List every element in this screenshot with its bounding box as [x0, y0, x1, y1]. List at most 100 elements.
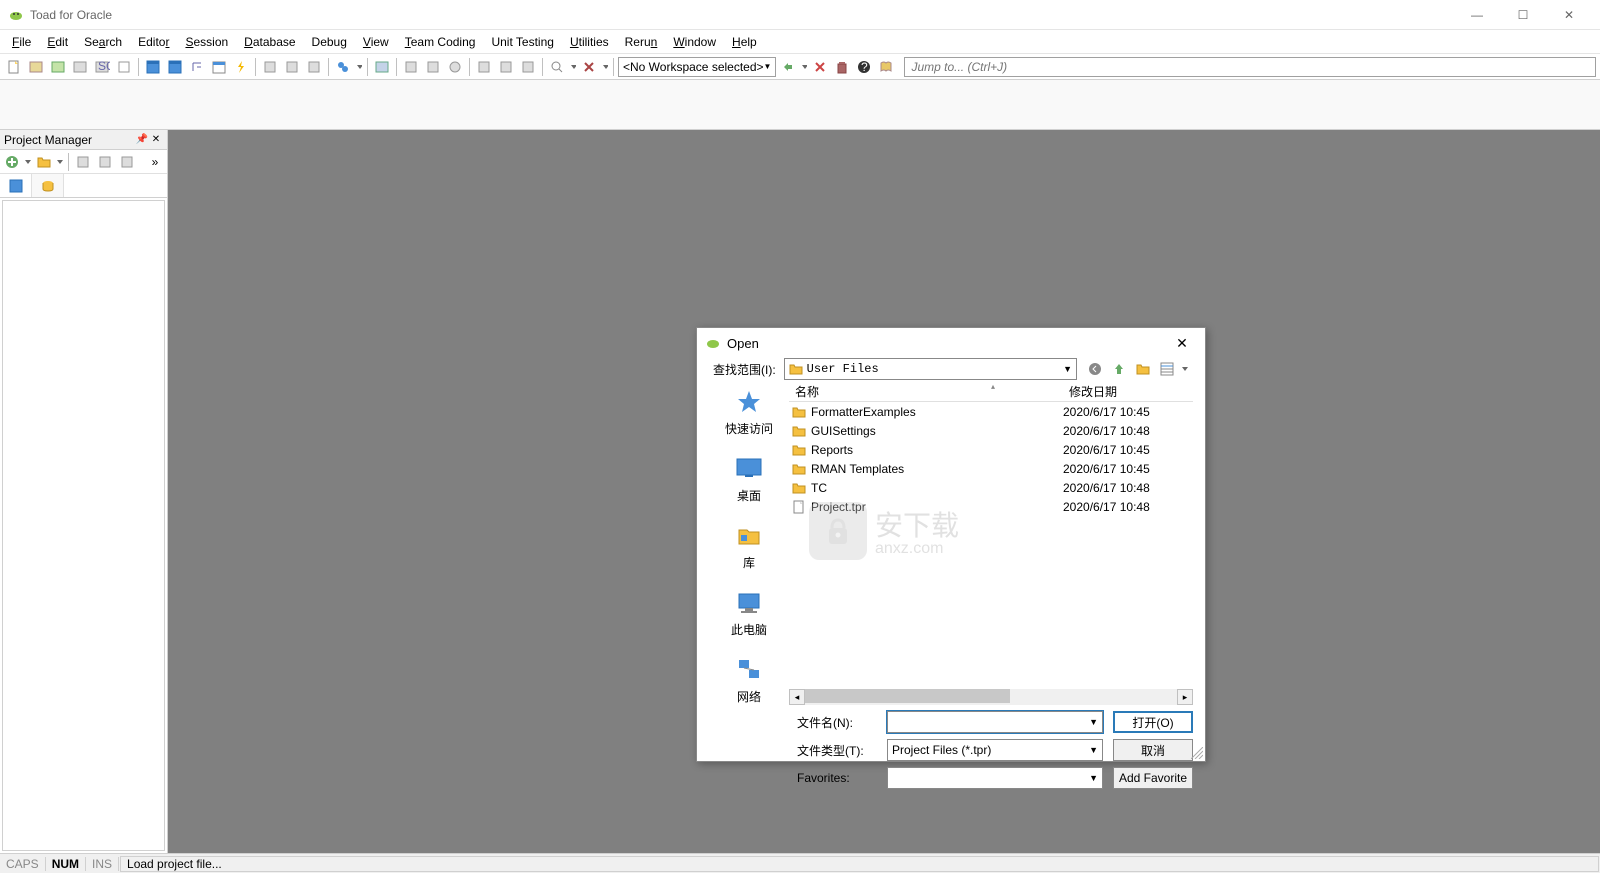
col-header-name[interactable]: 名称	[789, 380, 1063, 401]
resize-grip-icon[interactable]	[1191, 747, 1203, 759]
menu-window[interactable]: Window	[665, 32, 724, 52]
chevron-down-icon[interactable]	[24, 152, 32, 172]
tb-commit-icon[interactable]	[260, 57, 280, 77]
menu-utilities[interactable]: Utilities	[562, 32, 617, 52]
tb-dropdown-icon[interactable]	[800, 57, 808, 77]
maximize-button[interactable]: ☐	[1500, 0, 1546, 30]
tb-help-icon[interactable]: ?	[854, 57, 874, 77]
add-favorite-button[interactable]: Add Favorite	[1113, 767, 1193, 789]
tb-window1-icon[interactable]	[143, 57, 163, 77]
minimize-button[interactable]: —	[1454, 0, 1500, 30]
lookin-combo[interactable]: User Files ▼	[784, 358, 1077, 380]
menu-edit[interactable]: Edit	[39, 32, 76, 52]
place-network[interactable]: 网络	[733, 656, 765, 705]
panel-tool-icon[interactable]	[95, 152, 115, 172]
tb-lightning-icon[interactable]	[231, 57, 251, 77]
view-menu-icon[interactable]	[1157, 359, 1177, 379]
tb-sessions-icon[interactable]	[333, 57, 353, 77]
tb-tool5-icon[interactable]: SQL	[92, 57, 112, 77]
tb-tool-icon[interactable]	[423, 57, 443, 77]
tb-tool-icon[interactable]	[401, 57, 421, 77]
open-folder-icon[interactable]	[34, 152, 54, 172]
tb-tool-icon[interactable]	[496, 57, 516, 77]
tb-book-icon[interactable]	[876, 57, 896, 77]
project-tree[interactable]	[2, 200, 165, 851]
tb-search-icon[interactable]	[547, 57, 567, 77]
tb-tool-icon[interactable]	[445, 57, 465, 77]
scroll-right-icon[interactable]: ▸	[1177, 689, 1193, 705]
chevron-down-icon[interactable]	[1181, 359, 1189, 379]
close-button[interactable]: ✕	[1546, 0, 1592, 30]
favorites-combo[interactable]: ▼	[887, 767, 1103, 789]
back-icon[interactable]	[1085, 359, 1105, 379]
tb-tool4-icon[interactable]	[70, 57, 90, 77]
menu-debug[interactable]: Debug	[304, 32, 355, 52]
tb-dropdown-icon[interactable]	[569, 57, 577, 77]
workspace-selector[interactable]: <No Workspace selected> ▼	[618, 57, 776, 77]
tb-schema-icon[interactable]	[48, 57, 68, 77]
menu-editor[interactable]: Editor	[130, 32, 177, 52]
menu-rerun[interactable]: Rerun	[617, 32, 666, 52]
tb-tool-icon[interactable]	[518, 57, 538, 77]
menu-session[interactable]: Session	[177, 32, 236, 52]
file-rows[interactable]: FormatterExamples2020/6/17 10:45GUISetti…	[789, 402, 1193, 689]
file-row[interactable]: GUISettings2020/6/17 10:48	[789, 421, 1193, 440]
file-row[interactable]: RMAN Templates2020/6/17 10:45	[789, 459, 1193, 478]
menu-team-coding[interactable]: Team Coding	[397, 32, 484, 52]
add-icon[interactable]	[2, 152, 22, 172]
status-message: Load project file...	[120, 856, 1599, 872]
pin-icon[interactable]: 📌	[135, 133, 149, 147]
panel-tool-icon[interactable]	[73, 152, 93, 172]
tb-sql-icon[interactable]	[26, 57, 46, 77]
tb-calendar-icon[interactable]	[209, 57, 229, 77]
tb-dropdown-icon[interactable]	[355, 57, 363, 77]
menu-database[interactable]: Database	[236, 32, 303, 52]
menu-view[interactable]: View	[355, 32, 397, 52]
scroll-left-icon[interactable]: ◂	[789, 689, 805, 705]
filename-input[interactable]: ▼	[887, 711, 1103, 733]
filetype-combo[interactable]: Project Files (*.tpr) ▼	[887, 739, 1103, 761]
col-header-date[interactable]: 修改日期	[1063, 380, 1193, 401]
open-button[interactable]: 打开(O)	[1113, 711, 1193, 733]
new-folder-icon[interactable]	[1133, 359, 1153, 379]
tb-rollback-icon[interactable]	[282, 57, 302, 77]
menu-file[interactable]: File	[4, 32, 39, 52]
panel-tool-icon[interactable]	[117, 152, 137, 172]
place-library[interactable]: 库	[733, 522, 765, 571]
panel-title: Project Manager	[4, 133, 135, 147]
tb-close-icon[interactable]	[579, 57, 599, 77]
tb-expand-icon[interactable]	[187, 57, 207, 77]
tb-separator	[328, 58, 329, 76]
chevron-down-icon[interactable]	[56, 152, 64, 172]
tb-trash-icon[interactable]	[832, 57, 852, 77]
tb-tool-icon[interactable]	[304, 57, 324, 77]
file-row[interactable]: TC2020/6/17 10:48	[789, 478, 1193, 497]
menu-unit-testing[interactable]: Unit Testing	[483, 32, 561, 52]
place-quick-access[interactable]: 快速访问	[725, 388, 773, 437]
dialog-close-button[interactable]: ✕	[1167, 328, 1197, 358]
tb-tool6-icon[interactable]	[114, 57, 134, 77]
tb-dropdown-icon[interactable]	[601, 57, 609, 77]
tab-db[interactable]	[32, 174, 64, 197]
panel-close-icon[interactable]: ✕	[149, 133, 163, 147]
tb-tool-icon[interactable]	[474, 57, 494, 77]
menu-help[interactable]: Help	[724, 32, 765, 52]
tab-projects[interactable]	[0, 174, 32, 197]
jump-to-input[interactable]	[904, 57, 1596, 77]
scroll-track[interactable]	[805, 689, 1177, 705]
cancel-button[interactable]: 取消	[1113, 739, 1193, 761]
tb-window2-icon[interactable]	[165, 57, 185, 77]
tb-delete-icon[interactable]	[810, 57, 830, 77]
overflow-icon[interactable]: »	[145, 152, 165, 172]
h-scrollbar[interactable]: ◂ ▸	[789, 689, 1193, 705]
place-desktop[interactable]: 桌面	[733, 455, 765, 504]
tb-tool-icon[interactable]	[778, 57, 798, 77]
up-icon[interactable]	[1109, 359, 1129, 379]
tb-tool-icon[interactable]	[372, 57, 392, 77]
scroll-thumb[interactable]	[805, 689, 1010, 703]
file-row[interactable]: Reports2020/6/17 10:45	[789, 440, 1193, 459]
menu-search[interactable]: Search	[76, 32, 130, 52]
place-computer[interactable]: 此电脑	[731, 589, 767, 638]
file-row[interactable]: FormatterExamples2020/6/17 10:45	[789, 402, 1193, 421]
tb-new-icon[interactable]	[4, 57, 24, 77]
